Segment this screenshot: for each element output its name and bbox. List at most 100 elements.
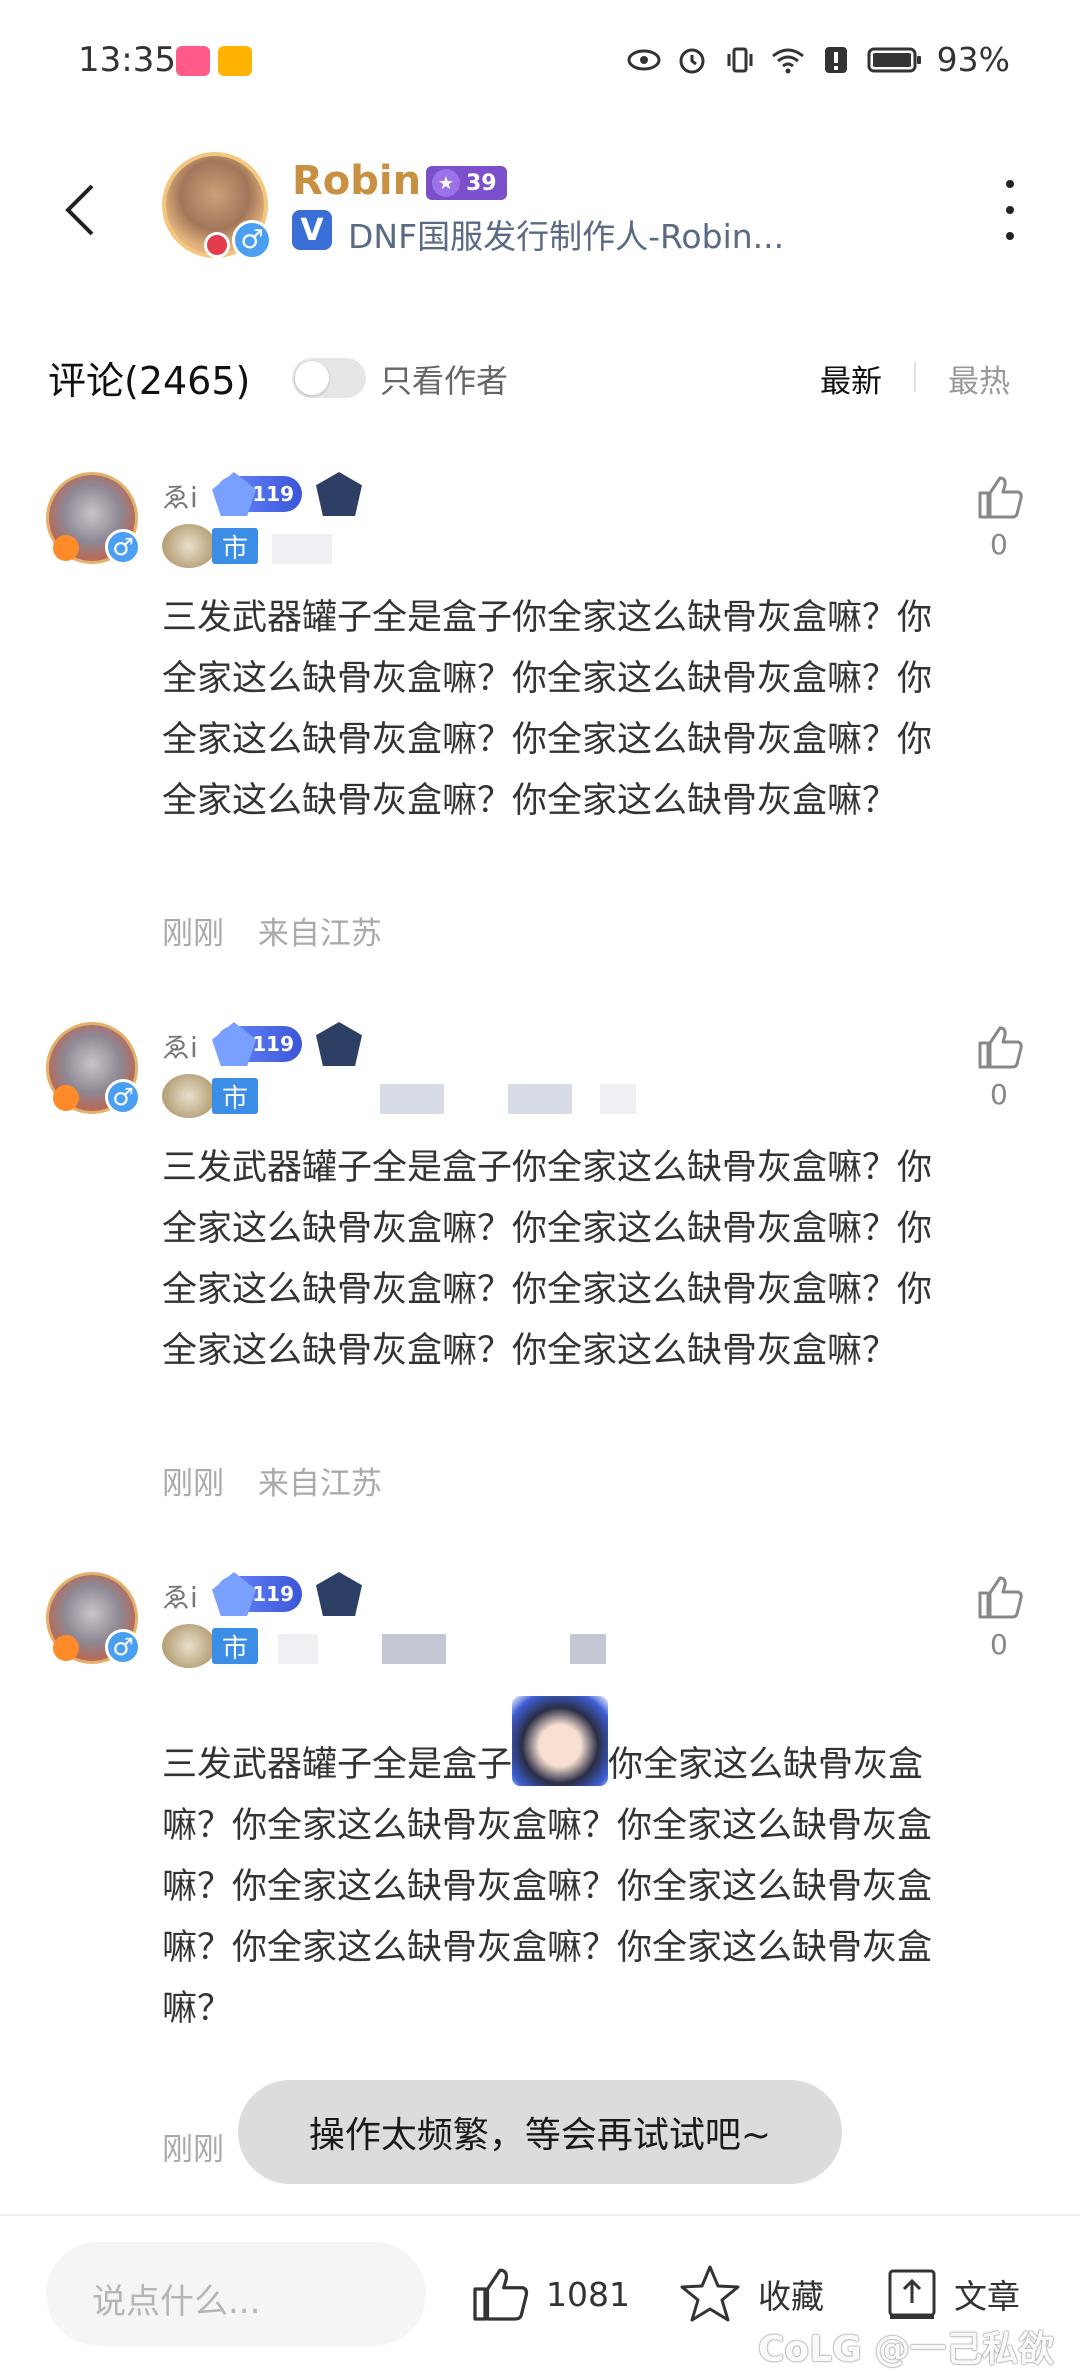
verified-icon: V <box>292 210 332 250</box>
commenter-level-badge: 119 <box>212 472 302 516</box>
like-button[interactable] <box>972 472 1028 522</box>
more-dot <box>1006 206 1014 214</box>
blurred-info <box>570 1634 606 1664</box>
verified-dot-icon <box>204 232 230 258</box>
like-button[interactable] <box>972 1572 1028 1622</box>
commenter-avatar[interactable]: ♂ <box>46 472 141 565</box>
rank-emblem-icon <box>316 472 362 516</box>
more-button[interactable] <box>1000 180 1020 240</box>
commenter-name[interactable]: ゑi <box>162 1026 198 1066</box>
comment-text-after: 你全家这么缺骨灰盒嘛？你全家这么缺骨灰盒嘛？你全家这么缺骨灰盒嘛？你全家这么缺骨… <box>162 1745 933 2029</box>
author-level-value: 39 <box>466 170 497 196</box>
like-count: 0 <box>990 1078 1008 1111</box>
sort-hottest-tab[interactable]: 最热 <box>948 356 1010 401</box>
like-button[interactable] <box>972 1022 1028 1072</box>
post-like-button[interactable]: 1081 <box>470 2258 630 2330</box>
like-count: 0 <box>990 528 1008 561</box>
male-icon: ♂ <box>105 1079 141 1115</box>
comment-meta: 刚刚 来自江苏 <box>162 1458 406 1503</box>
commenter-level-value: 119 <box>252 1032 294 1056</box>
sort-newest-tab[interactable]: 最新 <box>820 356 882 401</box>
mail-notification-icon <box>218 46 252 76</box>
thumbs-up-icon <box>473 2268 529 2321</box>
comment-time: 刚刚 <box>162 2132 224 2168</box>
bottom-divider <box>0 2214 1080 2216</box>
status-bar: 13:35 93% <box>0 0 1080 120</box>
battery-percent: 93% <box>936 40 1010 79</box>
comment-meta: 刚刚 <box>162 2124 248 2169</box>
comment-item: ♂ ゑi 119 市 0 三发武器罐子全是盒子你全家这么缺骨灰盒嘛？你全家这么缺… <box>0 1022 1080 1502</box>
like-count: 0 <box>990 1628 1008 1661</box>
blurred-info <box>382 1634 446 1664</box>
flame-icon <box>53 1635 79 1661</box>
battery-icon <box>867 43 923 77</box>
commenter-avatar[interactable]: ♂ <box>46 1572 141 1665</box>
star-icon: ★ <box>432 169 460 197</box>
watermark: CoLG @一己私欲 <box>758 2329 1055 2370</box>
more-dot <box>1006 180 1014 188</box>
comment-input[interactable]: 说点什么... <box>46 2242 426 2346</box>
toggle-knob <box>295 361 329 395</box>
more-dot <box>1006 232 1014 240</box>
commenter-avatar[interactable]: ♂ <box>46 1022 141 1115</box>
comments-title: 评论(2465) <box>48 359 251 403</box>
favorite-label: 收藏 <box>758 2277 824 2316</box>
thumbs-up-icon <box>978 1026 1023 1069</box>
commenter-level-value: 119 <box>252 1582 294 1606</box>
back-button[interactable] <box>50 170 110 250</box>
city-tag: 市 <box>212 1628 259 1664</box>
comment-text-before: 三发武器罐子全是盒子 <box>162 1745 513 1785</box>
comment-time: 刚刚 <box>162 916 224 952</box>
male-icon: ♂ <box>232 220 272 260</box>
comments-toolbar: 评论(2465) 只看作者 最新 最热 <box>0 340 1080 410</box>
upload-article-icon <box>888 2269 936 2319</box>
thumbs-up-icon <box>978 476 1023 519</box>
only-author-toggle[interactable] <box>292 358 366 398</box>
author-avatar[interactable]: ♂ <box>162 152 272 260</box>
city-tag: 市 <box>212 528 259 564</box>
chevron-left-icon <box>65 184 94 236</box>
blurred-info <box>278 1634 318 1664</box>
comment-time: 刚刚 <box>162 1466 224 1502</box>
flame-icon <box>53 1085 79 1111</box>
flame-icon <box>53 535 79 561</box>
title-frame-icon <box>162 1624 216 1668</box>
comment-text: 三发武器罐子全是盒子你全家这么缺骨灰盒嘛？你全家这么缺骨灰盒嘛？你全家这么缺骨灰… <box>162 598 933 821</box>
commenter-level-badge: 119 <box>212 1572 302 1616</box>
sort-divider <box>914 362 916 392</box>
author-level-badge: ★ 39 <box>426 166 507 200</box>
thumbs-up-icon <box>978 1576 1023 1619</box>
star-outline-icon <box>680 2265 740 2322</box>
city-tag: 市 <box>212 1078 259 1114</box>
alert-icon <box>819 43 853 77</box>
comment-input-placeholder: 说点什么... <box>92 2282 261 2322</box>
comment-meta: 刚刚 来自江苏 <box>162 908 406 953</box>
comment-location: 来自江苏 <box>257 916 382 952</box>
eye-icon <box>627 43 661 77</box>
app-notification-icon <box>176 46 210 76</box>
toast-message: 操作太频繁，等会再试试吧~ <box>238 2080 842 2184</box>
vibrate-icon <box>723 43 757 77</box>
author-name[interactable]: Robin <box>292 158 421 204</box>
comment-location: 来自江苏 <box>257 1466 382 1502</box>
alarm-icon <box>675 43 709 77</box>
comment-text: 三发武器罐子全是盒子你全家这么缺骨灰盒嘛？你全家这么缺骨灰盒嘛？你全家这么缺骨灰… <box>162 1148 933 1371</box>
author-title: DNF国服发行制作人-Robin... <box>348 217 785 256</box>
blurred-info <box>508 1084 572 1114</box>
blurred-info <box>272 534 332 564</box>
title-frame-icon <box>162 524 216 568</box>
post-header: ♂ Robin ★ 39 V DNF国服发行制作人-Robin... <box>0 140 1080 280</box>
sticker-image[interactable] <box>512 1696 609 1786</box>
status-icons: 93% <box>627 40 1010 79</box>
diamond-wing-icon <box>212 1022 256 1066</box>
commenter-name[interactable]: ゑi <box>162 476 198 516</box>
title-frame-icon <box>162 1074 216 1118</box>
diamond-wing-icon <box>212 472 256 516</box>
rank-emblem-icon <box>316 1572 362 1616</box>
commenter-level-value: 119 <box>252 482 294 506</box>
commenter-name[interactable]: ゑi <box>162 1576 198 1616</box>
wifi-icon <box>771 43 805 77</box>
status-time: 13:35 <box>78 40 176 80</box>
male-icon: ♂ <box>105 529 141 565</box>
comment-text: 三发武器罐子全是盒子你全家这么缺骨灰盒嘛？你全家这么缺骨灰盒嘛？你全家这么缺骨灰… <box>162 1696 932 2040</box>
